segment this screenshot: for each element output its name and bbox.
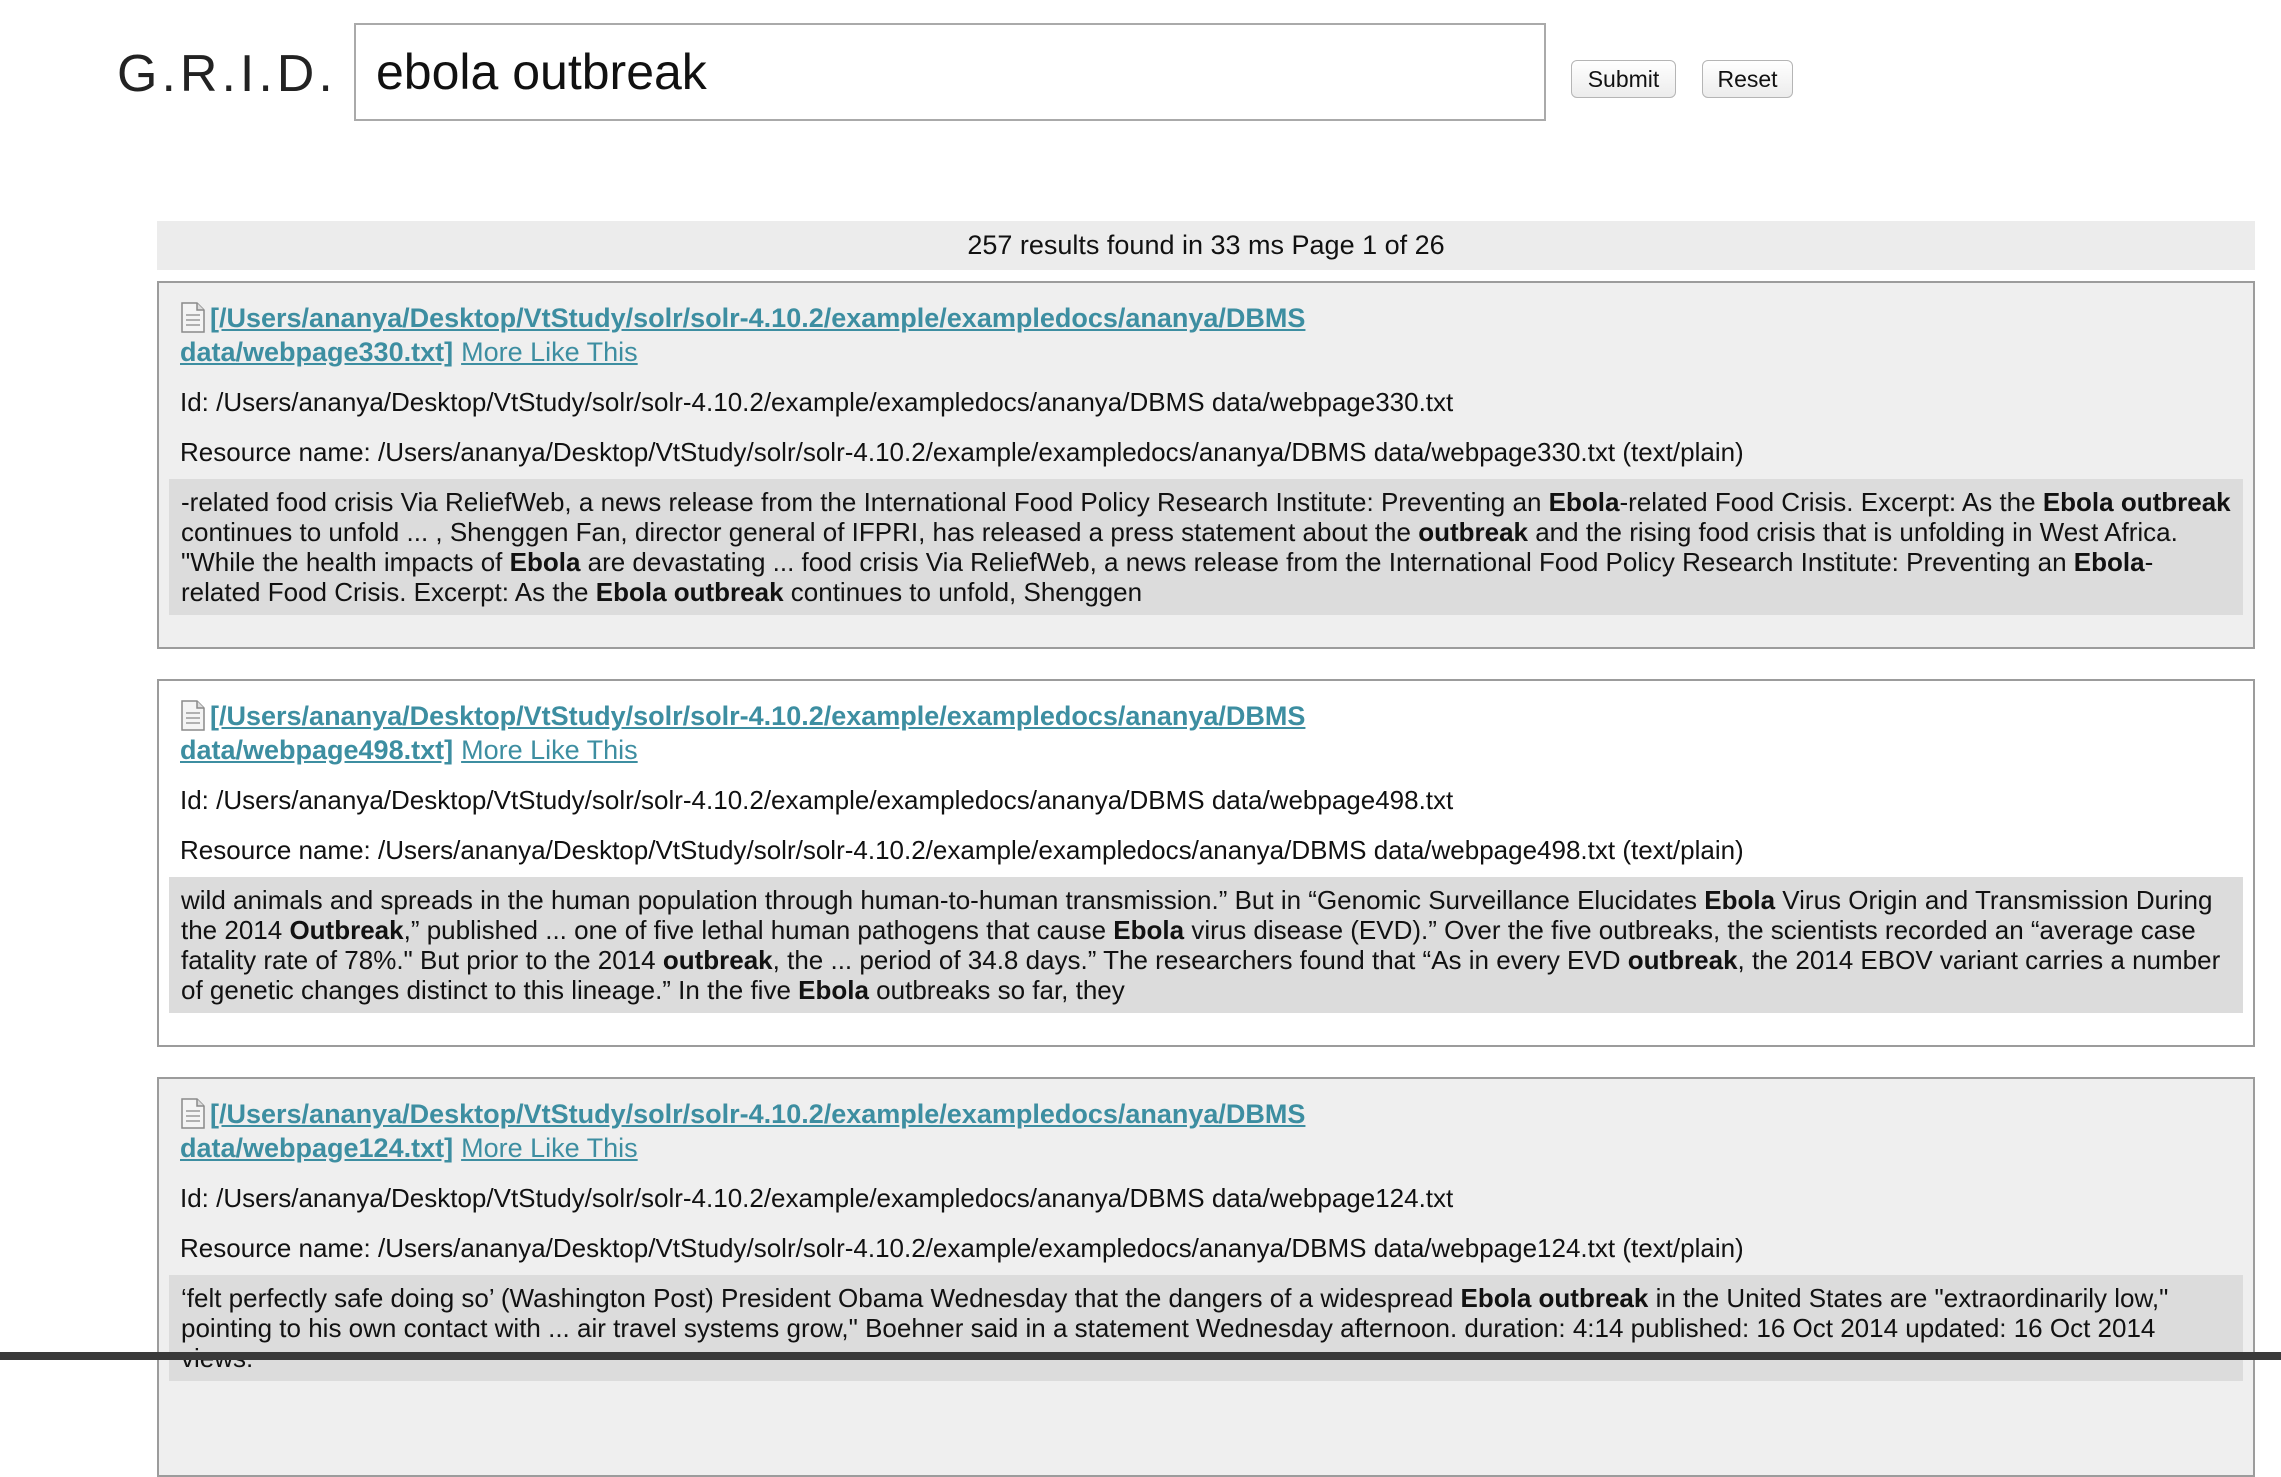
result-snippet: -related food crisis Via ReliefWeb, a ne… <box>169 479 2243 615</box>
document-icon <box>181 700 205 731</box>
snippet-text: , the ... period of 34.8 days.” The rese… <box>772 945 1628 975</box>
result-title: [/Users/ananya/Desktop/VtStudy/solr/solr… <box>180 301 1580 369</box>
reset-button[interactable]: Reset <box>1702 60 1793 98</box>
result-id: Id: /Users/ananya/Desktop/VtStudy/solr/s… <box>180 1183 1454 1213</box>
app-logo: G.R.I.D. <box>117 45 337 103</box>
results-summary: 257 results found in 33 ms Page 1 of 26 <box>157 221 2255 270</box>
more-like-this-link[interactable]: More Like This <box>461 1133 638 1163</box>
highlighted-term: Ebola <box>1704 885 1776 915</box>
result-title: [/Users/ananya/Desktop/VtStudy/solr/solr… <box>180 699 1580 767</box>
result-item: [/Users/ananya/Desktop/VtStudy/solr/solr… <box>157 281 2255 649</box>
document-icon <box>181 1098 205 1129</box>
result-snippet: wild animals and spreads in the human po… <box>169 877 2243 1013</box>
snippet-text: wild animals and spreads in the human po… <box>181 885 1705 915</box>
result-item: [/Users/ananya/Desktop/VtStudy/solr/solr… <box>157 679 2255 1047</box>
highlighted-term: Ebola <box>798 975 869 1005</box>
submit-button[interactable]: Submit <box>1571 60 1676 98</box>
result-title: [/Users/ananya/Desktop/VtStudy/solr/solr… <box>180 1097 1580 1165</box>
highlighted-term: Ebola outbreak <box>595 577 784 607</box>
more-like-this-link[interactable]: More Like This <box>461 337 638 367</box>
highlighted-term: outbreak <box>662 945 773 975</box>
result-id: Id: /Users/ananya/Desktop/VtStudy/solr/s… <box>180 387 1454 417</box>
highlighted-term: Ebola outbreak <box>2042 487 2231 517</box>
result-document-link[interactable]: [/Users/ananya/Desktop/VtStudy/solr/solr… <box>180 1099 1305 1163</box>
highlighted-term: Ebola <box>509 547 581 577</box>
highlighted-term: outbreak <box>1627 945 1738 975</box>
result-document-link[interactable]: [/Users/ananya/Desktop/VtStudy/solr/solr… <box>180 701 1305 765</box>
result-resource-name: Resource name: /Users/ananya/Desktop/VtS… <box>180 1233 1744 1263</box>
window-bottom-edge <box>0 1352 2281 1360</box>
result-resource-name: Resource name: /Users/ananya/Desktop/VtS… <box>180 835 1744 865</box>
result-resource-name: Resource name: /Users/ananya/Desktop/VtS… <box>180 437 1744 467</box>
result-document-link[interactable]: [/Users/ananya/Desktop/VtStudy/solr/solr… <box>180 303 1305 367</box>
search-input[interactable] <box>354 23 1546 121</box>
snippet-text: continues to unfold, Shenggen <box>783 577 1143 607</box>
snippet-text: ‘felt perfectly safe doing so’ (Washingt… <box>181 1283 1461 1313</box>
search-header: G.R.I.D. Submit Reset <box>0 0 2281 140</box>
snippet-text: -related Food Crisis. Excerpt: As the <box>1619 487 2043 517</box>
document-icon <box>181 302 205 333</box>
highlighted-term: Ebola <box>1548 487 1620 517</box>
snippet-text: are devastating ... food crisis Via Reli… <box>580 547 2074 577</box>
result-item: [/Users/ananya/Desktop/VtStudy/solr/solr… <box>157 1077 2255 1477</box>
highlighted-term: Ebola outbreak <box>1460 1283 1649 1313</box>
snippet-text: -related food crisis Via ReliefWeb, a ne… <box>181 487 1549 517</box>
snippet-text: outbreaks so far, they <box>868 975 1125 1005</box>
result-snippet: ‘felt perfectly safe doing so’ (Washingt… <box>169 1275 2243 1381</box>
more-like-this-link[interactable]: More Like This <box>461 735 638 765</box>
snippet-text: continues to unfold ... , Shenggen Fan, … <box>181 517 1419 547</box>
highlighted-term: Outbreak <box>289 915 404 945</box>
snippet-text: ,” published ... one of five lethal huma… <box>403 915 1114 945</box>
highlighted-term: Ebola <box>1113 915 1185 945</box>
highlighted-term: Ebola <box>2073 547 2145 577</box>
highlighted-term: outbreak <box>1418 517 1528 547</box>
result-id: Id: /Users/ananya/Desktop/VtStudy/solr/s… <box>180 785 1454 815</box>
